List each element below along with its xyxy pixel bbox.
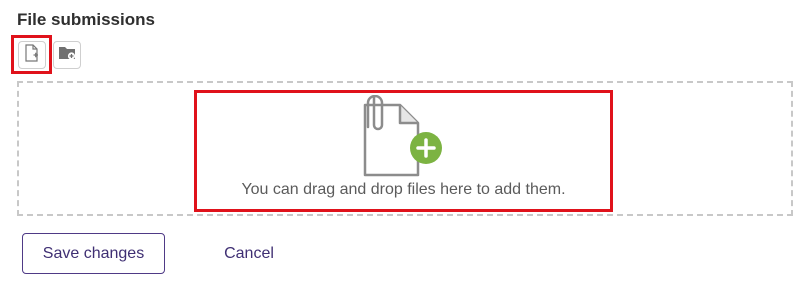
file-add-icon bbox=[360, 94, 450, 182]
create-folder-button[interactable] bbox=[53, 41, 81, 69]
create-folder-icon bbox=[58, 45, 76, 66]
file-submissions-form: File submissions You can drag and drop f… bbox=[0, 0, 810, 298]
dropzone-message: You can drag and drop files here to add … bbox=[241, 181, 566, 198]
save-changes-button[interactable]: Save changes bbox=[22, 233, 165, 274]
add-file-button[interactable] bbox=[18, 41, 46, 69]
section-title: File submissions bbox=[17, 10, 155, 29]
cancel-button[interactable]: Cancel bbox=[205, 233, 293, 274]
add-file-icon bbox=[24, 43, 40, 67]
